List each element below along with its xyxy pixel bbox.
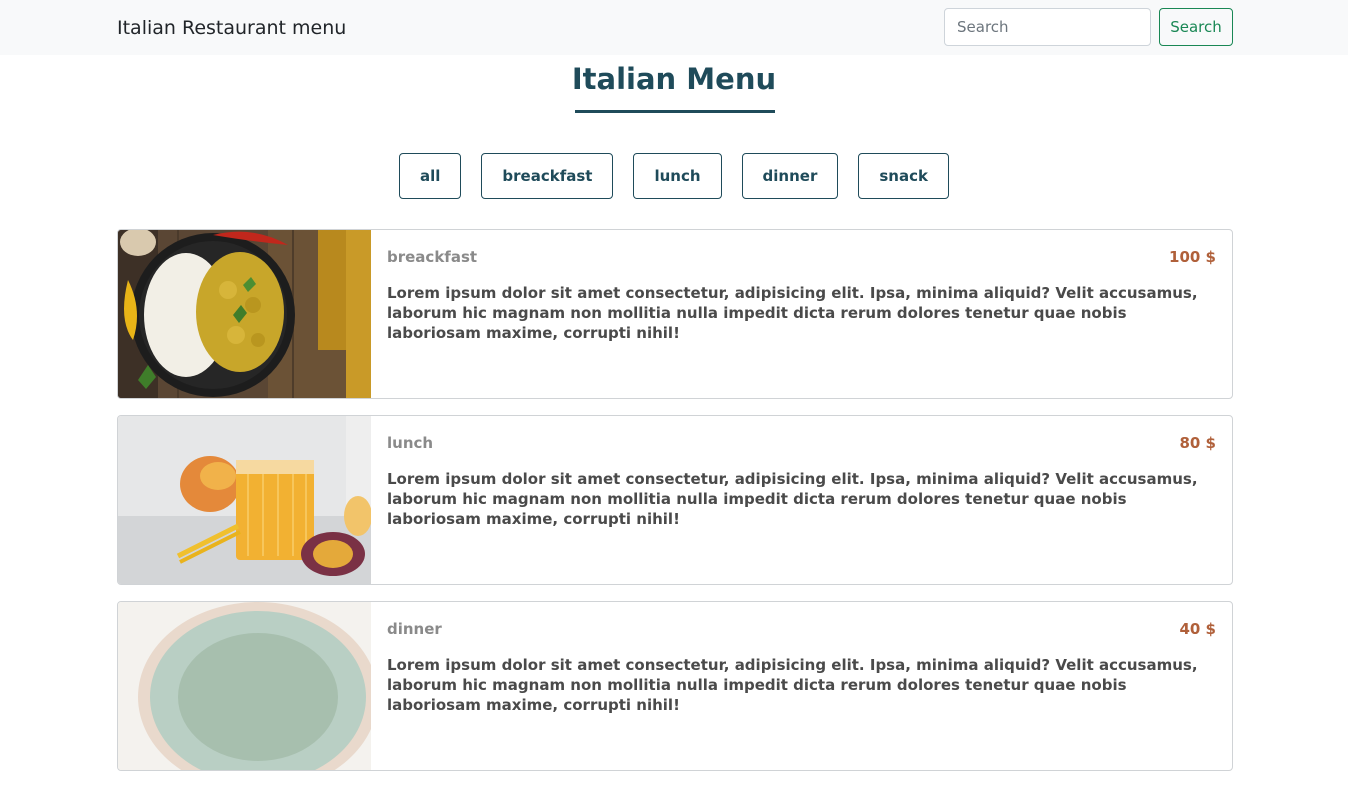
item-description: Lorem ipsum dolor sit amet consectetur, … bbox=[387, 284, 1198, 342]
filter-all-button[interactable]: all bbox=[399, 153, 462, 199]
curry-rice-bowl-photo bbox=[118, 230, 371, 398]
menu-item: lunch 80 $ Lorem ipsum dolor sit amet co… bbox=[117, 415, 1233, 585]
menu-list: breackfast 100 $ Lorem ipsum dolor sit a… bbox=[117, 229, 1233, 787]
item-price: 80 $ bbox=[1179, 434, 1216, 452]
navbar: Italian Restaurant menu Search bbox=[0, 0, 1348, 55]
filter-lunch-button[interactable]: lunch bbox=[633, 153, 722, 199]
mango-juice-glass-photo bbox=[118, 416, 371, 584]
filter-dinner-button[interactable]: dinner bbox=[741, 153, 839, 199]
menu-item: breackfast 100 $ Lorem ipsum dolor sit a… bbox=[117, 229, 1233, 399]
search-button[interactable]: Search bbox=[1159, 8, 1233, 46]
item-price: 100 $ bbox=[1169, 248, 1216, 266]
search-input[interactable] bbox=[944, 8, 1151, 46]
item-category: dinner bbox=[387, 620, 442, 638]
item-category: breackfast bbox=[387, 248, 478, 266]
item-category: lunch bbox=[387, 434, 434, 452]
item-description: Lorem ipsum dolor sit amet consectetur, … bbox=[387, 656, 1198, 714]
title-underline bbox=[575, 110, 775, 113]
filter-snack-button[interactable]: snack bbox=[858, 153, 949, 199]
navbar-brand[interactable]: Italian Restaurant menu bbox=[117, 15, 346, 41]
filter-breakfast-button[interactable]: breackfast bbox=[481, 153, 614, 199]
salad-plate-photo bbox=[118, 602, 371, 770]
filter-buttons: all breackfast lunch dinner snack bbox=[0, 153, 1348, 199]
item-description: Lorem ipsum dolor sit amet consectetur, … bbox=[387, 470, 1198, 528]
page-title: Italian Menu bbox=[571, 62, 777, 96]
item-price: 40 $ bbox=[1179, 620, 1216, 638]
